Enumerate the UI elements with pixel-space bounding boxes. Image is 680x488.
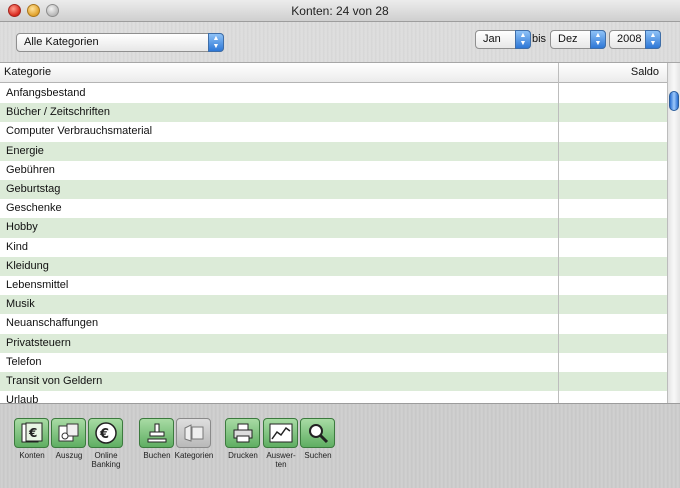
category-cell: Kleidung xyxy=(6,259,49,272)
category-cell: Anfangsbestand xyxy=(6,87,86,99)
column-divider xyxy=(558,63,559,403)
stepper-arrows-icon[interactable]: ▲ ▼ xyxy=(645,30,661,49)
statement-button[interactable] xyxy=(51,418,86,448)
table-row[interactable]: Hobby xyxy=(0,218,667,238)
filter-toolbar: Alle Kategorien ▲ ▼ Jan ▲ ▼ bis Dez ▲ ▼ 200… xyxy=(0,22,680,63)
vertical-scrollbar[interactable] xyxy=(667,63,680,403)
column-header-category[interactable]: Kategorie xyxy=(4,66,51,78)
table-row[interactable]: Kleidung xyxy=(0,256,667,276)
stamp-button[interactable] xyxy=(139,418,174,448)
table-row[interactable]: Gebühren xyxy=(0,161,667,180)
category-cell: Transit von Geldern xyxy=(6,375,103,387)
printer-icon xyxy=(231,422,255,444)
svg-text:€: € xyxy=(99,427,109,442)
printer-button[interactable] xyxy=(225,418,260,448)
category-cell: Energie xyxy=(6,144,44,157)
title-bar: Konten: 24 von 28 xyxy=(0,0,680,22)
category-cell: Kind xyxy=(6,240,29,253)
table-row[interactable]: Lebensmittel xyxy=(0,276,667,295)
toolbar-button-label: Konten xyxy=(19,451,45,460)
category-cell: Privatsteuern xyxy=(6,336,71,349)
year-value: 2008 xyxy=(617,33,642,45)
to-month-value: Dez xyxy=(558,33,578,45)
year-stepper[interactable]: 2008 ▲ ▼ xyxy=(609,30,661,49)
table-row[interactable]: Bücher / Zeitschriften xyxy=(0,103,667,123)
svg-text:€: € xyxy=(28,426,37,440)
table-row[interactable]: Telefon xyxy=(0,353,667,372)
category-cell: Urlaub xyxy=(6,394,39,403)
magnifier-button[interactable] xyxy=(300,418,335,448)
category-cell: Gebühren xyxy=(6,163,55,176)
toolbar-button-label: Online Banking xyxy=(91,451,121,469)
window-title: Konten: 24 von 28 xyxy=(291,4,389,18)
table-row[interactable]: Energie xyxy=(0,141,667,161)
table-row[interactable]: Urlaub xyxy=(0,391,667,403)
toolbar-button-label: Drucken xyxy=(228,451,258,460)
from-month-popup[interactable]: Jan ▲ ▼ xyxy=(475,30,531,49)
app-window: Konten: 24 von 28 Alle Kategorien ▲ ▼ Jan… xyxy=(0,0,680,488)
accounts-icon: € xyxy=(20,422,44,444)
online-banking-button[interactable]: € xyxy=(88,418,123,448)
table-row[interactable]: Neuanschaffungen xyxy=(0,314,667,333)
table-row[interactable]: Kind xyxy=(0,238,667,257)
table-row[interactable]: Transit von Geldern xyxy=(0,372,667,392)
categories-button[interactable] xyxy=(176,418,211,448)
table-row[interactable]: Privatsteuern xyxy=(0,333,667,353)
table-row[interactable]: Musik xyxy=(0,295,667,315)
toolbar-button-label: Suchen xyxy=(304,451,332,460)
toolbar-button-label: Kategorien xyxy=(174,451,214,460)
category-cell: Bücher / Zeitschriften xyxy=(6,106,110,119)
accounts-button[interactable]: € xyxy=(14,418,49,448)
categories-icon xyxy=(182,422,206,444)
table-row[interactable]: Geschenke xyxy=(0,199,667,218)
popup-arrows-icon: ▲ ▼ xyxy=(208,33,224,52)
table-row[interactable]: Anfangsbestand xyxy=(0,84,667,103)
category-cell: Telefon xyxy=(6,355,42,368)
toolbar-button-label: Buchen xyxy=(143,451,171,460)
category-popup[interactable]: Alle Kategorien ▲ ▼ xyxy=(16,33,224,52)
stamp-icon xyxy=(145,421,169,445)
table-row[interactable]: Geburtstag xyxy=(0,180,667,200)
category-cell: Musik xyxy=(6,298,35,311)
category-popup-value: Alle Kategorien xyxy=(24,36,99,48)
category-table: Kategorie Saldo Anfangsbestand Bücher / Z… xyxy=(0,63,680,403)
from-month-value: Jan xyxy=(483,33,501,45)
range-separator-label: bis xyxy=(532,33,547,45)
category-cell: Geschenke xyxy=(6,202,62,215)
popup-arrows-icon: ▲ ▼ xyxy=(515,30,531,49)
popup-arrows-icon: ▲ ▼ xyxy=(590,30,606,49)
category-cell: Computer Verbrauchsmaterial xyxy=(6,125,153,138)
chart-button[interactable] xyxy=(263,418,298,448)
category-cell: Geburtstag xyxy=(6,183,61,195)
toolbar-button-label: Auswer-ten xyxy=(266,451,296,469)
column-header-balance[interactable]: Saldo xyxy=(631,66,659,78)
scrollbar-thumb[interactable] xyxy=(669,91,679,111)
online-banking-icon: € xyxy=(94,421,118,445)
table-row[interactable]: Computer Verbrauchsmaterial xyxy=(0,122,667,141)
category-cell: Neuanschaffungen xyxy=(6,317,99,330)
statement-icon xyxy=(56,422,82,444)
category-cell: Lebensmittel xyxy=(6,279,69,291)
to-month-popup[interactable]: Dez ▲ ▼ xyxy=(550,30,606,49)
category-cell: Hobby xyxy=(6,221,38,234)
toolbar-button-label: Auszug xyxy=(55,451,83,460)
table-header: Kategorie Saldo xyxy=(0,63,667,83)
action-toolbar: € Konten Auszug € Online Banking Buchen Katego… xyxy=(0,403,680,488)
magnifier-icon xyxy=(306,421,330,445)
chart-icon xyxy=(268,422,294,444)
